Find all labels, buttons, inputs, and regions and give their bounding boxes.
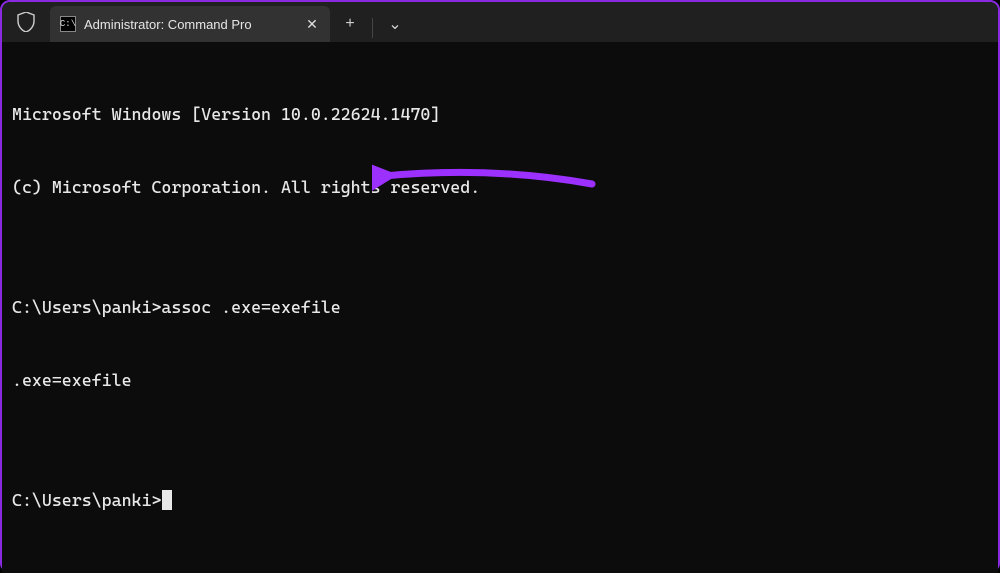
new-tab-button[interactable]: + <box>330 6 370 42</box>
terminal-prompt-line: C:\Users\panki> <box>12 488 988 512</box>
terminal-window: C:\ Administrator: Command Pro ✕ + ⌄ Mic… <box>0 0 1000 573</box>
terminal-line: .exe=exefile <box>12 368 988 392</box>
titlebar: C:\ Administrator: Command Pro ✕ + ⌄ <box>2 2 998 42</box>
close-tab-button[interactable]: ✕ <box>302 14 322 34</box>
separator <box>372 18 373 38</box>
tab-title: Administrator: Command Pro <box>84 17 294 32</box>
titlebar-actions: + ⌄ <box>330 6 415 42</box>
tab-dropdown-button[interactable]: ⌄ <box>375 6 415 42</box>
shield-icon <box>2 2 50 42</box>
tab-active[interactable]: C:\ Administrator: Command Pro ✕ <box>50 6 330 42</box>
terminal-line: Microsoft Windows [Version 10.0.22624.14… <box>12 102 988 126</box>
terminal-prompt: C:\Users\panki> <box>12 488 161 512</box>
cursor <box>162 490 172 510</box>
terminal-line: (c) Microsoft Corporation. All rights re… <box>12 175 988 199</box>
cmd-icon: C:\ <box>60 16 76 32</box>
terminal-area[interactable]: Microsoft Windows [Version 10.0.22624.14… <box>2 42 998 573</box>
terminal-line: C:\Users\panki>assoc .exe=exefile <box>12 295 988 319</box>
